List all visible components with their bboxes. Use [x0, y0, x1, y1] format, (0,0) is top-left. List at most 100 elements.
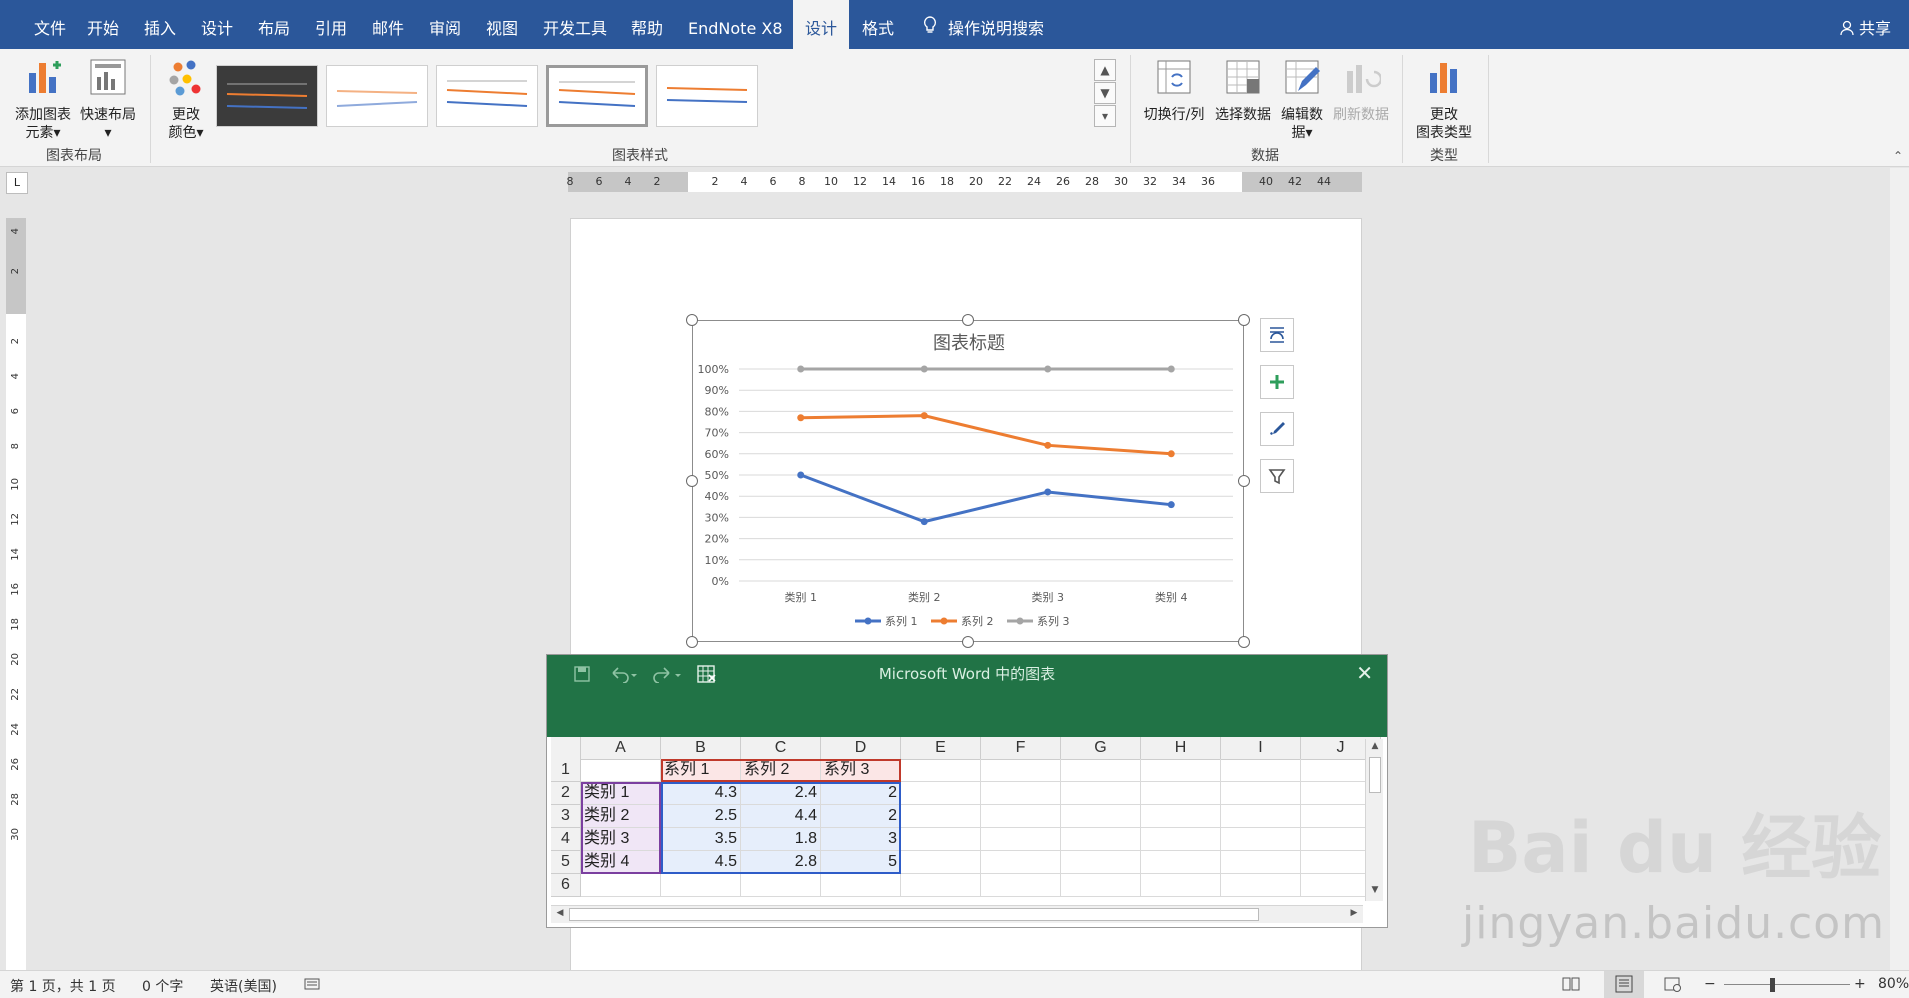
- print-layout-icon[interactable]: [1604, 971, 1644, 998]
- column-header-I[interactable]: I: [1221, 737, 1301, 760]
- collapse-ribbon-icon[interactable]: ⌃: [1893, 149, 1903, 163]
- cell-B4[interactable]: 3.5: [661, 828, 741, 851]
- column-header-C[interactable]: C: [741, 737, 821, 760]
- quick-layout-button[interactable]: 快速布局 ▾: [76, 57, 140, 142]
- tab-9[interactable]: 开发工具: [531, 0, 619, 49]
- chart-style-2[interactable]: [326, 65, 428, 127]
- resize-handle[interactable]: [686, 314, 698, 326]
- cell-H3[interactable]: [1141, 805, 1221, 828]
- tab-8[interactable]: 视图: [474, 0, 530, 49]
- cell-F2[interactable]: [981, 782, 1061, 805]
- cell-A6[interactable]: [581, 874, 661, 897]
- cell-A4[interactable]: 类别 3: [581, 828, 661, 851]
- chart-filters-button[interactable]: [1260, 459, 1294, 493]
- cell-I6[interactable]: [1221, 874, 1301, 897]
- close-icon[interactable]: ✕: [1356, 661, 1373, 685]
- tab-10[interactable]: 帮助: [619, 0, 675, 49]
- edit-data-button[interactable]: 编辑数 据▾: [1276, 57, 1328, 142]
- add-chart-element-button[interactable]: 添加图表 元素▾: [8, 57, 78, 142]
- cell-I3[interactable]: [1221, 805, 1301, 828]
- tab-13[interactable]: 格式: [850, 0, 906, 49]
- scroll-down-icon[interactable]: ▼: [1368, 885, 1382, 899]
- cell-C3[interactable]: 4.4: [741, 805, 821, 828]
- tab-5[interactable]: 引用: [303, 0, 359, 49]
- cell-F5[interactable]: [981, 851, 1061, 874]
- cell-F3[interactable]: [981, 805, 1061, 828]
- chart-style-3[interactable]: [436, 65, 538, 127]
- cell-C4[interactable]: 1.8: [741, 828, 821, 851]
- cell-E2[interactable]: [901, 782, 981, 805]
- cell-D5[interactable]: 5: [821, 851, 901, 874]
- cell-G1[interactable]: [1061, 759, 1141, 782]
- macro-record-icon[interactable]: [304, 976, 320, 996]
- language-indicator[interactable]: 英语(美国): [210, 976, 277, 996]
- tab-12[interactable]: 设计: [793, 0, 850, 49]
- cell-I5[interactable]: [1221, 851, 1301, 874]
- horizontal-scrollbar[interactable]: ◀ ▶: [551, 905, 1363, 923]
- gallery-more-icon[interactable]: ▾: [1094, 105, 1116, 127]
- vertical-scrollbar[interactable]: ▲ ▼: [1365, 739, 1383, 901]
- column-header-G[interactable]: G: [1061, 737, 1141, 760]
- cell-H1[interactable]: [1141, 759, 1221, 782]
- cell-I2[interactable]: [1221, 782, 1301, 805]
- cell-H5[interactable]: [1141, 851, 1221, 874]
- cell-C1[interactable]: 系列 2: [741, 759, 821, 782]
- cell-G5[interactable]: [1061, 851, 1141, 874]
- scroll-right-icon[interactable]: ▶: [1347, 908, 1361, 922]
- document-vertical-scrollbar[interactable]: [1890, 168, 1909, 970]
- zoom-slider[interactable]: [1724, 984, 1850, 985]
- column-header-B[interactable]: B: [661, 737, 741, 760]
- vertical-scroll-thumb[interactable]: [1369, 757, 1381, 793]
- cell-F1[interactable]: [981, 759, 1061, 782]
- cell-A1[interactable]: [581, 759, 661, 782]
- row-header-1[interactable]: 1: [551, 759, 581, 782]
- select-all-corner[interactable]: [551, 737, 581, 760]
- cell-G6[interactable]: [1061, 874, 1141, 897]
- cell-D2[interactable]: 2: [821, 782, 901, 805]
- tab-2[interactable]: 插入: [132, 0, 188, 49]
- cell-B2[interactable]: 4.3: [661, 782, 741, 805]
- resize-handle[interactable]: [962, 314, 974, 326]
- row-header-3[interactable]: 3: [551, 805, 581, 828]
- cell-B3[interactable]: 2.5: [661, 805, 741, 828]
- resize-handle[interactable]: [962, 636, 974, 648]
- cell-D3[interactable]: 2: [821, 805, 901, 828]
- tab-7[interactable]: 审阅: [417, 0, 473, 49]
- cell-D4[interactable]: 3: [821, 828, 901, 851]
- cell-F4[interactable]: [981, 828, 1061, 851]
- cell-G2[interactable]: [1061, 782, 1141, 805]
- cell-A2[interactable]: 类别 1: [581, 782, 661, 805]
- scroll-left-icon[interactable]: ◀: [553, 908, 567, 922]
- zoom-level[interactable]: 80%: [1878, 976, 1909, 992]
- column-header-E[interactable]: E: [901, 737, 981, 760]
- cell-D1[interactable]: 系列 3: [821, 759, 901, 782]
- cell-C6[interactable]: [741, 874, 821, 897]
- tab-3[interactable]: 设计: [189, 0, 245, 49]
- read-mode-icon[interactable]: [1562, 976, 1580, 996]
- change-colors-button[interactable]: 更改 颜色▾: [160, 57, 212, 142]
- word-count[interactable]: 0 个字: [142, 976, 183, 996]
- resize-handle[interactable]: [1238, 636, 1250, 648]
- tab-1[interactable]: 开始: [75, 0, 131, 49]
- resize-handle[interactable]: [686, 475, 698, 487]
- scroll-up-icon[interactable]: ▲: [1368, 741, 1382, 755]
- tell-me-search[interactable]: 操作说明搜索: [920, 0, 1044, 49]
- cell-E6[interactable]: [901, 874, 981, 897]
- zoom-in-icon[interactable]: +: [1854, 976, 1866, 992]
- chart-data-window[interactable]: Microsoft Word 中的图表 ✕ A B C D E F G H I J 1 系列 1 系列 …: [546, 654, 1388, 928]
- tab-6[interactable]: 邮件: [360, 0, 416, 49]
- row-header-5[interactable]: 5: [551, 851, 581, 874]
- share-button[interactable]: 共享: [1840, 0, 1891, 49]
- tab-selector[interactable]: L: [6, 172, 28, 194]
- cell-A3[interactable]: 类别 2: [581, 805, 661, 828]
- cell-C2[interactable]: 2.4: [741, 782, 821, 805]
- row-header-2[interactable]: 2: [551, 782, 581, 805]
- page-count[interactable]: 第 1 页，共 1 页: [10, 976, 116, 996]
- spreadsheet-grid[interactable]: A B C D E F G H I J 1 系列 1 系列 2 系列 3 2 类别 1 4.3 2.4 2 3 类别 2…: [551, 737, 1381, 903]
- zoom-out-icon[interactable]: −: [1704, 976, 1716, 992]
- cell-H4[interactable]: [1141, 828, 1221, 851]
- row-header-4[interactable]: 4: [551, 828, 581, 851]
- resize-handle[interactable]: [686, 636, 698, 648]
- change-chart-type-button[interactable]: 更改 图表类型: [1410, 57, 1478, 142]
- cell-I4[interactable]: [1221, 828, 1301, 851]
